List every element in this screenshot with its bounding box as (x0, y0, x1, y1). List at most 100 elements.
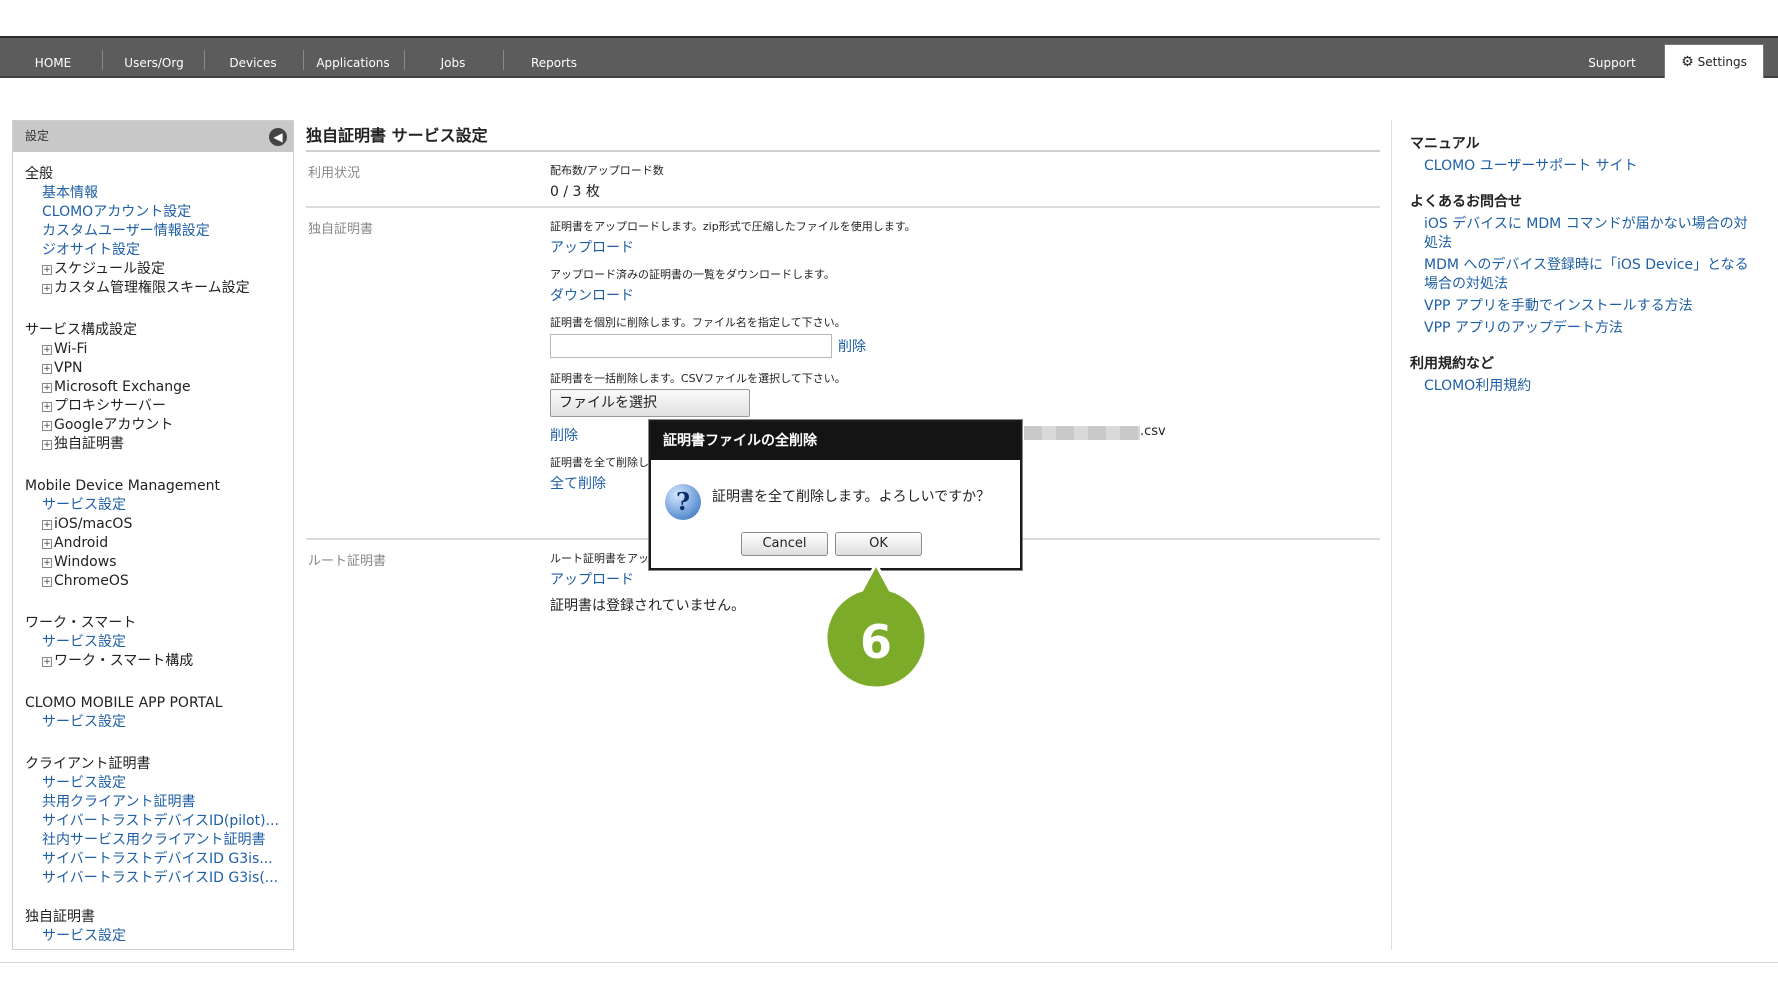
nav-settings-tab[interactable]: ⚙ Settings (1664, 44, 1764, 78)
sidebar-item-label: Wi-Fi (54, 341, 88, 357)
sidebar-item-vpn[interactable]: + VPN (25, 359, 191, 378)
nav-jobs[interactable]: Jobs (412, 38, 494, 76)
nav-home[interactable]: HOME (20, 38, 86, 76)
choose-file-button[interactable]: ファイルを選択 (550, 389, 750, 417)
sidebar-item-app-portal-service[interactable]: サービス設定 (25, 713, 223, 732)
delete-one-link[interactable]: 削除 (838, 336, 866, 356)
sidebar-item-label: Windows (54, 554, 117, 570)
nav-devices[interactable]: Devices (212, 38, 294, 76)
blurred-filename (1024, 426, 1140, 440)
sidebar-item-geosite[interactable]: ジオサイト設定 (25, 241, 250, 260)
cancel-button[interactable]: Cancel (741, 532, 828, 556)
collapse-sidebar-icon[interactable]: ◀ (269, 128, 287, 146)
sidebar-item-proxy[interactable]: + プロキシサーバー (25, 397, 191, 416)
help-link-faq-2[interactable]: MDM へのデバイス登録時に「iOS Device」となる場合の対処法 (1410, 256, 1750, 294)
settings-sidebar: 設定 ◀ 全般 基本情報 CLOMOアカウント設定 カスタムユーザー情報設定 ジ… (12, 120, 294, 950)
nav-support[interactable]: Support (1572, 38, 1652, 76)
nav-separator (102, 50, 103, 70)
sidebar-item-wifi[interactable]: + Wi-Fi (25, 340, 191, 359)
sidebar-item-ios-macos[interactable]: + iOS/macOS (25, 515, 220, 534)
sidebar-group-title: サービス構成設定 (25, 322, 137, 338)
nav-separator (503, 50, 504, 70)
help-link-faq-1[interactable]: iOS デバイスに MDM コマンドが届かない場合の対処法 (1410, 215, 1750, 253)
download-link[interactable]: ダウンロード (550, 284, 1380, 308)
expand-plus-icon: + (42, 657, 52, 667)
upload-desc: 証明書をアップロードします。zip形式で圧縮したファイルを使用します。 (550, 220, 916, 233)
bulk-delete-desc: 証明書を一括削除します。CSVファイルを選択して下さい。 (550, 372, 846, 385)
sidebar-item-cybertrust-g3-b[interactable]: サイバートラストデバイスID G3is(... (25, 869, 279, 888)
help-link-support-site[interactable]: CLOMO ユーザーサポート サイト (1410, 157, 1750, 176)
gear-icon: ⚙ (1681, 54, 1694, 70)
sidebar-item-own-cert[interactable]: + 独自証明書 (25, 435, 191, 454)
nav-settings-label: Settings (1697, 55, 1747, 69)
upload-link[interactable]: アップロード (550, 236, 1380, 260)
sidebar-item-clomo-account[interactable]: CLOMOアカウント設定 (25, 203, 250, 222)
sidebar-item-custom-admin-scheme[interactable]: + カスタム管理権限スキーム設定 (25, 279, 250, 298)
sidebar-group-title: ワーク・スマート (25, 615, 137, 631)
filename-input[interactable] (550, 334, 832, 358)
sidebar-item-custom-user-info[interactable]: カスタムユーザー情報設定 (25, 222, 250, 241)
expand-plus-icon: + (42, 265, 52, 275)
sidebar-item-windows[interactable]: + Windows (25, 553, 220, 572)
delete-one-desc: 証明書を個別に削除します。ファイル名を指定して下さい。 (550, 316, 846, 329)
top-nav-bar: HOME Users/Org Devices Applications Jobs… (0, 36, 1778, 78)
nav-applications[interactable]: Applications (308, 38, 398, 76)
own-cert-label: 独自証明書 (308, 222, 374, 237)
sidebar-item-cybertrust-pilot[interactable]: サイバートラストデバイスID(pilot)... (25, 812, 279, 831)
sidebar-group-service-config: サービス構成設定 + Wi-Fi + VPN + Microsoft Exchange… (25, 321, 191, 454)
nav-reports[interactable]: Reports (510, 38, 598, 76)
help-terms-title: 利用規約など (1410, 356, 1494, 372)
help-link-terms[interactable]: CLOMO利用規約 (1410, 377, 1750, 396)
sidebar-group-title: 独自証明書 (25, 909, 95, 925)
expand-plus-icon: + (42, 383, 52, 393)
sidebar-item-schedule[interactable]: + スケジュール設定 (25, 260, 250, 279)
root-cert-label: ルート証明書 (308, 554, 387, 569)
sidebar-item-label: カスタム管理権限スキーム設定 (54, 280, 250, 296)
help-manual-title: マニュアル (1410, 136, 1480, 152)
footer-divider (0, 962, 1778, 963)
usage-label: 利用状況 (308, 166, 361, 181)
sidebar-header-title: 設定 (25, 129, 50, 143)
expand-plus-icon: + (42, 284, 52, 294)
sidebar-item-work-smart-config[interactable]: + ワーク・スマート構成 (25, 652, 193, 671)
sidebar-item-label: VPN (54, 360, 83, 376)
sidebar-item-shared-client-cert[interactable]: 共用クライアント証明書 (25, 793, 279, 812)
expand-plus-icon: + (42, 421, 52, 431)
question-icon: ? (665, 484, 701, 520)
sidebar-item-chromeos[interactable]: + ChromeOS (25, 572, 220, 591)
usage-count: 0 / 3 枚 (550, 184, 600, 200)
expand-plus-icon: + (42, 440, 52, 450)
expand-plus-icon: + (42, 577, 52, 587)
expand-plus-icon: + (42, 558, 52, 568)
sidebar-item-label: iOS/macOS (54, 516, 133, 532)
nav-separator (204, 50, 205, 70)
dialog-message: 証明書を全て削除します。よろしいですか？ (712, 489, 991, 505)
sidebar-item-label: Googleアカウント (54, 417, 174, 433)
sidebar-item-label: ChromeOS (54, 573, 129, 589)
sidebar-header: 設定 ◀ (13, 121, 293, 152)
sidebar-item-label: Microsoft Exchange (54, 379, 191, 395)
nav-separator (303, 50, 304, 70)
confirm-delete-all-dialog: 証明書ファイルの全削除 ? 証明書を全て削除します。よろしいですか？ Cance… (649, 420, 1022, 570)
sidebar-item-android[interactable]: + Android (25, 534, 220, 553)
sidebar-item-mdm-service[interactable]: サービス設定 (25, 496, 220, 515)
sidebar-item-work-smart-service[interactable]: サービス設定 (25, 633, 193, 652)
sidebar-item-google-account[interactable]: + Googleアカウント (25, 416, 191, 435)
download-desc: アップロード済みの証明書の一覧をダウンロードします。 (550, 268, 835, 281)
help-link-faq-4[interactable]: VPP アプリのアップデート方法 (1410, 319, 1750, 338)
expand-plus-icon: + (42, 364, 52, 374)
sidebar-item-cybertrust-g3-a[interactable]: サイバートラストデバイスID G3is... (25, 850, 279, 869)
ok-button[interactable]: OK (835, 532, 922, 556)
selected-file-suffix: .csv (1140, 424, 1166, 439)
sidebar-item-own-cert-service[interactable]: サービス設定 (25, 927, 126, 946)
sidebar-group-client-cert: クライアント証明書 サービス設定 共用クライアント証明書 サイバートラストデバイ… (25, 755, 279, 888)
sidebar-item-exchange[interactable]: + Microsoft Exchange (25, 378, 191, 397)
sidebar-group-general: 全般 基本情報 CLOMOアカウント設定 カスタムユーザー情報設定 ジオサイト設… (25, 165, 250, 298)
root-upload-link[interactable]: アップロード (550, 568, 1380, 592)
sidebar-item-client-cert-service[interactable]: サービス設定 (25, 774, 279, 793)
dialog-title: 証明書ファイルの全削除 (651, 422, 1020, 460)
nav-users-org[interactable]: Users/Org (110, 38, 198, 76)
sidebar-item-internal-client-cert[interactable]: 社内サービス用クライアント証明書 (25, 831, 279, 850)
sidebar-item-basic-info[interactable]: 基本情報 (25, 184, 250, 203)
help-link-faq-3[interactable]: VPP アプリを手動でインストールする方法 (1410, 297, 1750, 316)
